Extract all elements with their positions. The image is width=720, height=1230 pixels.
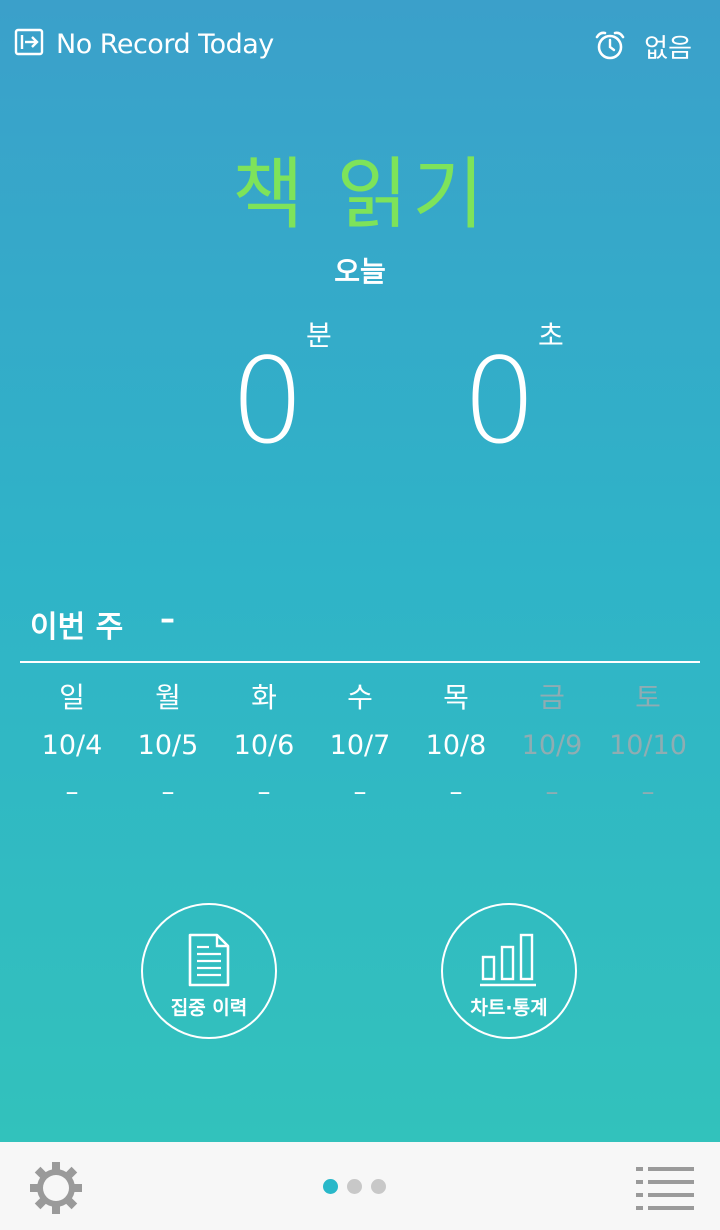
day-column-sun[interactable]: 일 10/4 – xyxy=(24,676,120,814)
no-record-button[interactable]: No Record Today xyxy=(14,28,274,60)
day-value: – xyxy=(641,777,655,807)
page-dot-1[interactable] xyxy=(323,1179,338,1194)
day-column-fri: 금 10/9 – xyxy=(504,676,600,814)
alarm-label: 없음 xyxy=(644,34,692,64)
stats-label: 차트·통계 xyxy=(470,997,548,1019)
day-name: 수 xyxy=(347,681,373,714)
activity-title[interactable]: 책 읽기 xyxy=(0,132,720,244)
gear-icon[interactable] xyxy=(30,1162,82,1218)
day-value: – xyxy=(65,777,79,807)
minutes-value: 0 xyxy=(230,332,306,470)
stats-button[interactable]: 차트·통계 xyxy=(441,903,577,1039)
day-value: – xyxy=(353,777,367,807)
day-date: 10/8 xyxy=(425,730,487,761)
history-label: 집중 이력 xyxy=(170,997,248,1019)
today-label: 오늘 xyxy=(334,255,386,288)
day-value: – xyxy=(545,777,559,807)
day-column-mon[interactable]: 월 10/5 – xyxy=(120,676,216,814)
week-days: 일 10/4 – 월 10/5 – 화 10/6 – 수 10/7 – 목 10… xyxy=(24,676,696,814)
day-name: 목 xyxy=(443,681,469,714)
day-column-thu[interactable]: 목 10/8 – xyxy=(408,676,504,814)
page-dot-3[interactable] xyxy=(371,1179,386,1194)
this-week-value: – xyxy=(160,602,175,637)
week-divider xyxy=(20,661,700,663)
seconds-unit: 초 xyxy=(538,319,564,352)
day-column-wed[interactable]: 수 10/7 – xyxy=(312,676,408,814)
day-date: 10/4 xyxy=(41,730,103,761)
day-value: – xyxy=(257,777,271,807)
history-button[interactable]: 집중 이력 xyxy=(141,903,277,1039)
exit-arrow-icon xyxy=(14,28,44,60)
page-dot-2[interactable] xyxy=(347,1179,362,1194)
page-indicator xyxy=(323,1179,395,1194)
day-name: 화 xyxy=(251,681,277,714)
document-icon xyxy=(187,933,231,991)
seconds-value: 0 xyxy=(462,332,538,470)
day-name: 월 xyxy=(155,681,181,714)
day-date: 10/7 xyxy=(329,730,391,761)
day-date: 10/5 xyxy=(137,730,199,761)
day-date: 10/6 xyxy=(233,730,295,761)
day-column-tue[interactable]: 화 10/6 – xyxy=(216,676,312,814)
list-menu-icon[interactable] xyxy=(636,1166,694,1214)
day-value: – xyxy=(161,777,175,807)
alarm-clock-icon xyxy=(594,29,626,65)
this-week-label: 이번 주 xyxy=(30,610,124,645)
day-name: 일 xyxy=(59,681,85,714)
bar-chart-icon xyxy=(480,933,538,991)
no-record-label: No Record Today xyxy=(56,28,274,60)
alarm-button[interactable]: 없음 xyxy=(594,28,692,65)
day-date: 10/9 xyxy=(521,730,583,761)
day-value: – xyxy=(449,777,463,807)
top-bar: No Record Today 없음 xyxy=(0,0,720,100)
day-name: 토 xyxy=(635,681,661,714)
day-date: 10/10 xyxy=(609,730,687,761)
minutes-unit: 분 xyxy=(306,319,332,352)
bottom-bar xyxy=(0,1142,720,1230)
day-name: 금 xyxy=(539,681,565,714)
day-column-sat: 토 10/10 – xyxy=(600,676,696,814)
app-screen: No Record Today 없음 책 읽기 오늘 분 0 초 0 이번 주 … xyxy=(0,0,720,1230)
